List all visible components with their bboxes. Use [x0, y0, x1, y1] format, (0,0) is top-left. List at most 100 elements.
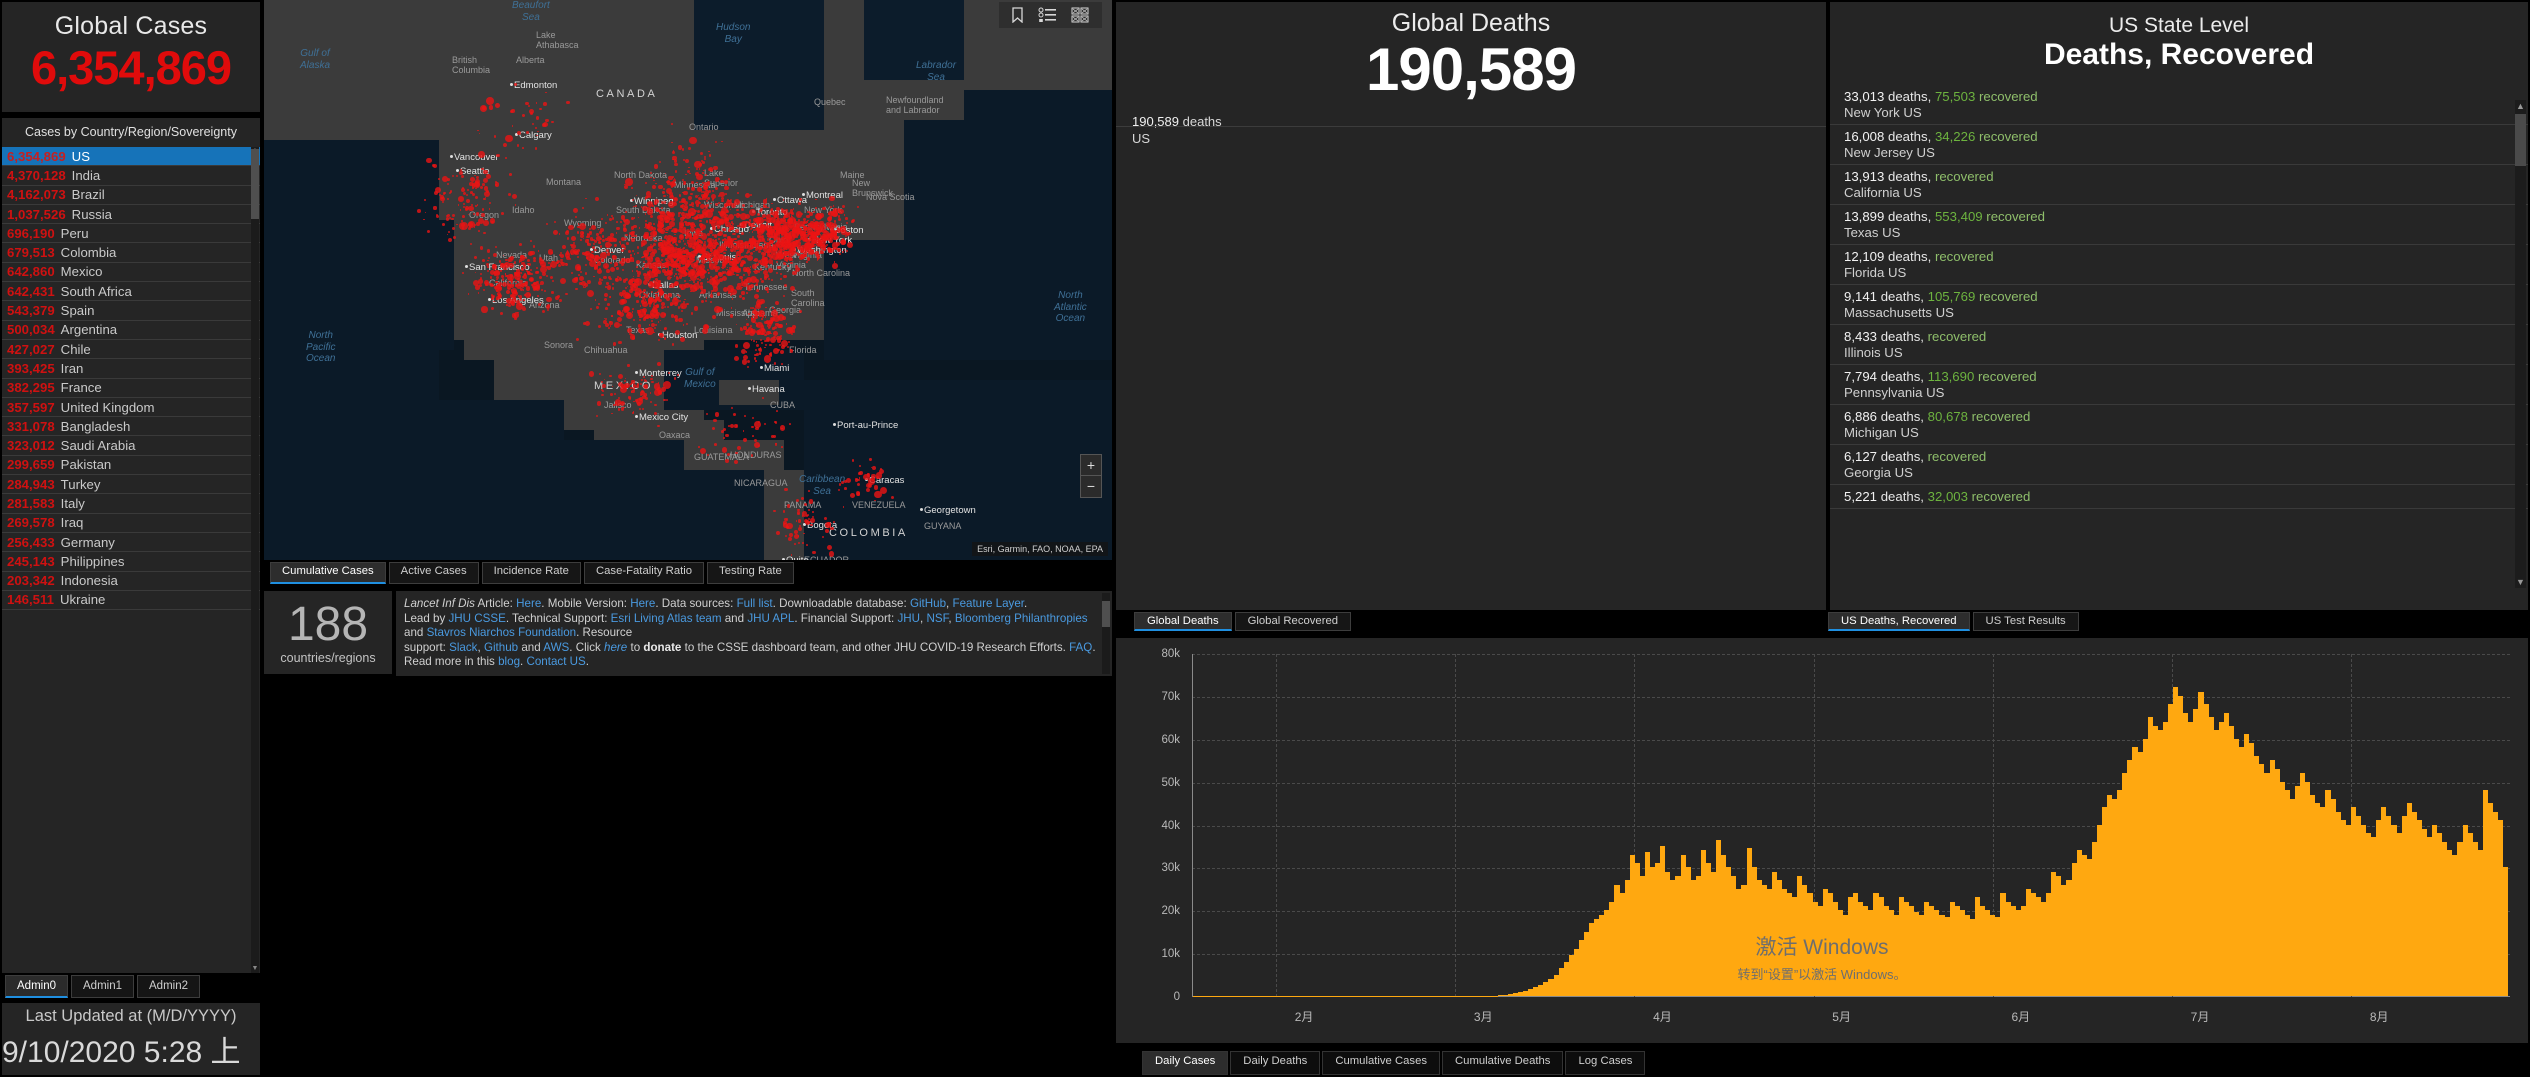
map-case-marker[interactable]	[709, 275, 712, 278]
map-case-marker[interactable]	[535, 127, 537, 129]
map-case-marker[interactable]	[690, 270, 695, 274]
map-case-marker[interactable]	[478, 151, 485, 158]
map-case-marker[interactable]	[699, 219, 702, 223]
map-case-marker[interactable]	[566, 101, 570, 105]
map-case-marker[interactable]	[506, 304, 508, 306]
map-case-marker[interactable]	[743, 341, 750, 349]
map-case-marker[interactable]	[845, 250, 848, 252]
map-case-marker[interactable]	[602, 384, 606, 389]
map-case-marker[interactable]	[508, 256, 514, 262]
map-case-marker[interactable]	[705, 209, 713, 218]
map-case-marker[interactable]	[631, 307, 634, 310]
map-case-marker[interactable]	[693, 247, 695, 250]
map-case-marker[interactable]	[579, 238, 582, 241]
map-case-marker[interactable]	[782, 199, 785, 201]
map-case-marker[interactable]	[833, 220, 837, 223]
map-case-marker[interactable]	[750, 339, 753, 341]
map-case-marker[interactable]	[671, 218, 675, 222]
country-row[interactable]: 500,034 Argentina	[2, 321, 260, 340]
map-case-marker[interactable]	[665, 187, 672, 194]
map-case-marker[interactable]	[477, 230, 480, 232]
map-case-marker[interactable]	[535, 267, 538, 269]
map-case-marker[interactable]	[749, 193, 752, 196]
map-case-marker[interactable]	[616, 226, 620, 230]
map-case-marker[interactable]	[707, 281, 709, 283]
map-case-marker[interactable]	[704, 173, 707, 176]
map-case-marker[interactable]	[650, 226, 653, 229]
map-case-marker[interactable]	[478, 279, 484, 284]
map-case-marker[interactable]	[715, 269, 718, 272]
map-case-marker[interactable]	[752, 217, 757, 222]
map-case-marker[interactable]	[827, 521, 832, 526]
map-case-marker[interactable]	[663, 398, 666, 401]
map-case-marker[interactable]	[674, 319, 677, 321]
map-case-marker[interactable]	[684, 258, 686, 261]
map-case-marker[interactable]	[465, 193, 468, 196]
state-row[interactable]: 6,127 deaths, recovered Georgia US	[1830, 445, 2528, 485]
map-case-marker[interactable]	[468, 206, 474, 212]
map-case-marker[interactable]	[764, 343, 768, 347]
map-case-marker[interactable]	[508, 262, 514, 268]
map-case-marker[interactable]	[679, 275, 683, 279]
map-case-marker[interactable]	[445, 217, 450, 221]
map-case-marker[interactable]	[737, 256, 741, 261]
map-case-marker[interactable]	[504, 262, 507, 266]
map-case-marker[interactable]	[566, 237, 570, 240]
map-case-marker[interactable]	[658, 284, 662, 288]
map-case-marker[interactable]	[691, 226, 693, 228]
map-case-marker[interactable]	[705, 256, 708, 259]
map-case-marker[interactable]	[789, 533, 793, 537]
map-case-marker[interactable]	[650, 374, 653, 377]
map-case-marker[interactable]	[683, 254, 686, 258]
state-row[interactable]: 5,221 deaths, 32,003 recovered	[1830, 485, 2528, 509]
map-case-marker[interactable]	[653, 164, 659, 169]
map-case-marker[interactable]	[486, 190, 489, 194]
map-case-marker[interactable]	[753, 225, 755, 227]
map-case-marker[interactable]	[637, 252, 640, 254]
map-case-marker[interactable]	[700, 282, 703, 285]
map-case-marker[interactable]	[610, 244, 613, 246]
map-case-marker[interactable]	[666, 305, 669, 308]
map-case-marker[interactable]	[482, 183, 485, 187]
map-case-marker[interactable]	[732, 232, 735, 236]
map-case-marker[interactable]	[488, 257, 491, 259]
map-case-marker[interactable]	[657, 214, 662, 220]
map-case-marker[interactable]	[442, 222, 445, 226]
map-case-marker[interactable]	[712, 226, 716, 230]
map-case-marker[interactable]	[739, 268, 741, 270]
map-case-marker[interactable]	[784, 534, 787, 537]
map-case-marker[interactable]	[742, 281, 748, 288]
map-case-marker[interactable]	[516, 144, 520, 147]
map-case-marker[interactable]	[794, 543, 796, 545]
map-case-marker[interactable]	[638, 396, 643, 401]
map-case-marker[interactable]	[474, 205, 477, 207]
state-row[interactable]: 8,433 deaths, recovered Illinois US	[1830, 325, 2528, 365]
map-case-marker[interactable]	[770, 225, 772, 228]
map-case-marker[interactable]	[717, 238, 720, 241]
map-case-marker[interactable]	[623, 224, 627, 227]
map-case-marker[interactable]	[649, 305, 651, 307]
map-case-marker[interactable]	[460, 187, 465, 192]
map-case-marker[interactable]	[788, 537, 792, 541]
map-case-marker[interactable]	[790, 554, 793, 556]
map-case-marker[interactable]	[529, 239, 533, 242]
map-case-marker[interactable]	[608, 327, 611, 329]
map-case-marker[interactable]	[469, 181, 474, 187]
map-case-marker[interactable]	[609, 267, 615, 273]
map-case-marker[interactable]	[645, 191, 652, 197]
map-case-marker[interactable]	[836, 226, 839, 229]
map-case-marker[interactable]	[535, 115, 540, 120]
map-case-marker[interactable]	[654, 323, 657, 326]
map-case-marker[interactable]	[570, 249, 576, 255]
map-case-marker[interactable]	[819, 213, 824, 218]
map-case-marker[interactable]	[827, 233, 833, 239]
map-case-marker[interactable]	[783, 244, 789, 250]
map-case-marker[interactable]	[656, 287, 659, 290]
map-case-marker[interactable]	[700, 189, 703, 191]
map-case-marker[interactable]	[737, 212, 739, 215]
map-case-marker[interactable]	[592, 238, 595, 241]
map-case-marker[interactable]	[741, 203, 745, 207]
map-case-marker[interactable]	[740, 212, 747, 220]
map-case-marker[interactable]	[721, 447, 728, 453]
map-case-marker[interactable]	[505, 289, 511, 294]
